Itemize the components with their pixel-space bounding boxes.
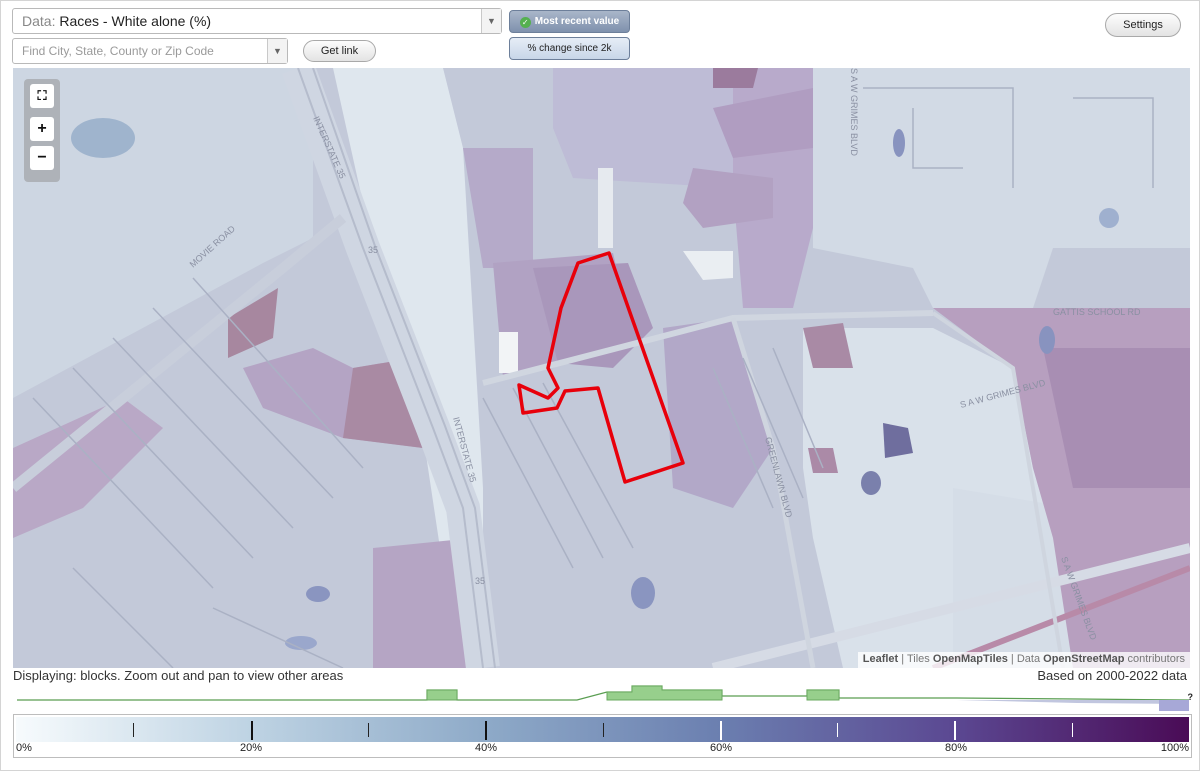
legend-tick bbox=[719, 721, 722, 740]
legend-label: 60% bbox=[709, 742, 733, 754]
chevron-down-icon[interactable]: ▼ bbox=[481, 9, 501, 33]
legend-label: 40% bbox=[474, 742, 498, 754]
get-link-button[interactable]: Get link bbox=[303, 40, 376, 62]
attribution-data-prefix: Data bbox=[1016, 653, 1041, 665]
legend-gradient bbox=[16, 717, 1189, 742]
app-frame: Data: Races - White alone (%) ▼ ▼ Get li… bbox=[0, 0, 1200, 771]
attribution-tiles-prefix: Tiles bbox=[906, 653, 930, 665]
settings-button[interactable]: Settings bbox=[1105, 13, 1181, 37]
data-select-value: Races - White alone (%) bbox=[59, 13, 212, 29]
unknown-value-mark: ? bbox=[1187, 692, 1194, 702]
road-label: S A W GRIMES BLVD bbox=[849, 68, 859, 156]
attribution-contributors: contributors bbox=[1127, 653, 1185, 665]
display-note: Displaying: blocks. Zoom out and pan to … bbox=[13, 668, 344, 683]
fullscreen-icon[interactable]: ⛶ bbox=[30, 84, 54, 108]
legend-tick bbox=[367, 723, 369, 737]
legend-tick bbox=[250, 721, 253, 740]
zoom-in-button[interactable]: + bbox=[30, 117, 54, 141]
data-select[interactable]: Data: Races - White alone (%) ▼ bbox=[12, 8, 502, 34]
data-range-note: Based on 2000-2022 data bbox=[1037, 668, 1187, 683]
color-legend: 0% 20% 40% 60% 80% 100% bbox=[13, 714, 1192, 758]
value-histogram bbox=[17, 685, 1189, 711]
legend-label: 80% bbox=[944, 742, 968, 754]
leaflet-link[interactable]: Leaflet bbox=[863, 653, 898, 665]
legend-label: 100% bbox=[1160, 742, 1190, 754]
map-tiles: INTERSTATE 35 35 INTERSTATE 35 35 MOVIE … bbox=[13, 68, 1190, 668]
road-label: 35 bbox=[475, 576, 485, 586]
openstreetmap-link[interactable]: OpenStreetMap bbox=[1043, 653, 1124, 665]
legend-label: 0% bbox=[16, 742, 32, 754]
zoom-control: ⛶ + − bbox=[24, 79, 60, 182]
map-view[interactable]: INTERSTATE 35 35 INTERSTATE 35 35 MOVIE … bbox=[13, 68, 1190, 668]
openmaptiles-link[interactable]: OpenMapTiles bbox=[933, 653, 1008, 665]
legend-tick bbox=[485, 721, 488, 740]
data-select-prefix: Data: bbox=[22, 13, 56, 29]
legend-tick bbox=[1071, 723, 1073, 737]
legend-tick bbox=[133, 723, 135, 737]
most-recent-value-button[interactable]: ✓ Most recent value bbox=[509, 10, 630, 33]
percent-change-button[interactable]: % change since 2k bbox=[509, 37, 630, 60]
most-recent-label: Most recent value bbox=[534, 16, 620, 27]
chevron-down-icon[interactable]: ▼ bbox=[267, 39, 287, 63]
legend-label: 20% bbox=[239, 742, 263, 754]
location-search[interactable]: ▼ bbox=[12, 38, 288, 64]
legend-tick bbox=[602, 723, 604, 737]
road-label: GATTIS SCHOOL RD bbox=[1053, 307, 1141, 317]
map-attribution: Leaflet | Tiles OpenMapTiles | Data Open… bbox=[857, 652, 1190, 668]
location-search-input[interactable] bbox=[13, 39, 263, 63]
legend-tick bbox=[837, 723, 839, 737]
road-label: 35 bbox=[368, 245, 378, 255]
check-icon: ✓ bbox=[519, 17, 531, 28]
legend-tick bbox=[954, 721, 957, 740]
zoom-out-button[interactable]: − bbox=[30, 146, 54, 170]
